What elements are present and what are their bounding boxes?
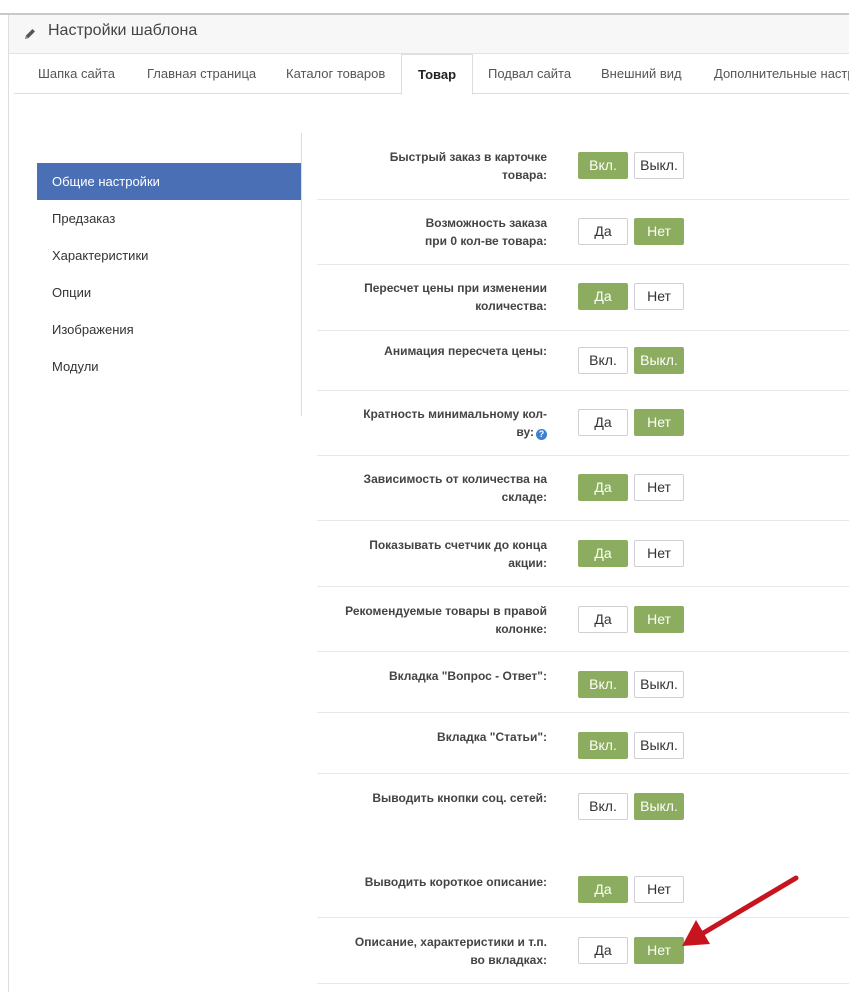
tab-additional[interactable]: Дополнительные настр (714, 54, 849, 93)
setting-label: Анимация пересчета цены: (384, 344, 547, 358)
tab-home-page[interactable]: Главная страница (147, 54, 256, 93)
toggle-on-button[interactable]: Вкл. (578, 152, 628, 179)
toggle-yes-button[interactable]: Да (578, 540, 628, 567)
setting-row: Кратность минимальному кол-ву:? Да Нет (317, 390, 849, 456)
setting-label: Выводить короткое описание: (364, 875, 547, 889)
setting-label: Вкладка "Вопрос - Ответ": (388, 669, 547, 683)
sidebar-divider (301, 133, 302, 416)
setting-label: Кратность минимальному кол-ву:? (363, 407, 547, 440)
tab-appearance[interactable]: Внешний вид (601, 54, 682, 93)
setting-row: Выводить короткое описание: Да Нет (317, 856, 849, 918)
toggle-off-button[interactable]: Выкл. (634, 152, 684, 179)
setting-row: Быстрый заказ в карточке товара: Вкл. Вык… (317, 133, 849, 200)
sidebar-item-options[interactable]: Опции (37, 274, 301, 311)
toggle-no-button[interactable]: Нет (634, 218, 684, 245)
tab-product[interactable]: Товар (401, 54, 473, 95)
setting-row: Вкладка "Статьи": Вкл. Выкл. (317, 712, 849, 774)
tab-bar: Шапка сайта Главная страница Каталог тов… (14, 54, 849, 95)
settings-sidebar: Общие настройки Предзаказ Характеристики… (37, 163, 301, 385)
toggle-no-button[interactable]: Нет (634, 283, 684, 310)
sidebar-item-preorder[interactable]: Предзаказ (37, 200, 301, 237)
setting-row: Вкладка "Вопрос - Ответ": Вкл. Выкл. (317, 651, 849, 713)
tab-footer[interactable]: Подвал сайта (488, 54, 571, 93)
setting-row: Пересчет цены при изменении количества: Д… (317, 264, 849, 331)
toggle-on-button[interactable]: Вкл. (578, 671, 628, 698)
toggle-off-button[interactable]: Выкл. (634, 671, 684, 698)
panel-header: Настройки шаблона (9, 15, 849, 54)
tab-catalog[interactable]: Каталог товаров (286, 54, 385, 93)
toggle-yes-button[interactable]: Да (578, 876, 628, 903)
setting-label: Быстрый заказ в карточке товара: (389, 150, 547, 182)
setting-row: Показывать счетчик до конца акции: Да Нет (317, 520, 849, 587)
setting-row: Описание, характеристики и т.п. во вкладк… (317, 917, 849, 984)
help-icon[interactable]: ? (536, 429, 547, 440)
toggle-yes-button[interactable]: Да (578, 937, 628, 964)
sidebar-item-characteristics[interactable]: Характеристики (37, 237, 301, 274)
toggle-no-button[interactable]: Нет (634, 876, 684, 903)
toggle-no-button[interactable]: Нет (634, 606, 684, 633)
setting-label: Рекомендуемые товары в правой колонке: (345, 604, 547, 636)
sidebar-item-modules[interactable]: Модули (37, 348, 301, 385)
sidebar-item-general[interactable]: Общие настройки (37, 163, 301, 200)
setting-row: Выводить кнопки соц. сетей: Вкл. Выкл. (317, 773, 849, 856)
setting-row: Рекомендуемые товары в правой колонке: Да… (317, 586, 849, 652)
toggle-no-button[interactable]: Нет (634, 474, 684, 501)
setting-label: Выводить кнопки соц. сетей: (372, 791, 547, 805)
tab-header[interactable]: Шапка сайта (38, 54, 115, 93)
toggle-on-button[interactable]: Вкл. (578, 793, 628, 820)
setting-label: Вкладка "Статьи": (437, 730, 547, 744)
toggle-yes-button[interactable]: Да (578, 409, 628, 436)
toggle-off-button[interactable]: Выкл. (634, 732, 684, 759)
toggle-on-button[interactable]: Вкл. (578, 732, 628, 759)
toggle-yes-button[interactable]: Да (578, 218, 628, 245)
setting-label: Возможность заказа при 0 кол-ве товара: (425, 216, 547, 248)
toggle-on-button[interactable]: Вкл. (578, 347, 628, 374)
page-title: Настройки шаблона (48, 22, 198, 39)
toggle-off-button[interactable]: Выкл. (634, 347, 684, 374)
toggle-yes-button[interactable]: Да (578, 474, 628, 501)
setting-row: Возможность заказа при 0 кол-ве товара: Д… (317, 199, 849, 265)
toggle-yes-button[interactable]: Да (578, 606, 628, 633)
toggle-no-button[interactable]: Нет (634, 540, 684, 567)
setting-label: Описание, характеристики и т.п. во вкладк… (354, 935, 547, 967)
setting-label: Пересчет цены при изменении количества: (364, 281, 547, 313)
toggle-no-button[interactable]: Нет (634, 937, 684, 964)
toggle-no-button[interactable]: Нет (634, 409, 684, 436)
pencil-icon (25, 29, 35, 39)
setting-label: Зависимость от количества на складе: (363, 472, 547, 504)
toggle-off-button[interactable]: Выкл. (634, 793, 684, 820)
setting-row: Зависимость от количества на складе: Да Н… (317, 455, 849, 521)
sidebar-item-images[interactable]: Изображения (37, 311, 301, 348)
toggle-yes-button[interactable]: Да (578, 283, 628, 310)
setting-row: Анимация пересчета цены: Вкл. Выкл. (317, 330, 849, 391)
setting-label: Показывать счетчик до конца акции: (369, 538, 547, 570)
